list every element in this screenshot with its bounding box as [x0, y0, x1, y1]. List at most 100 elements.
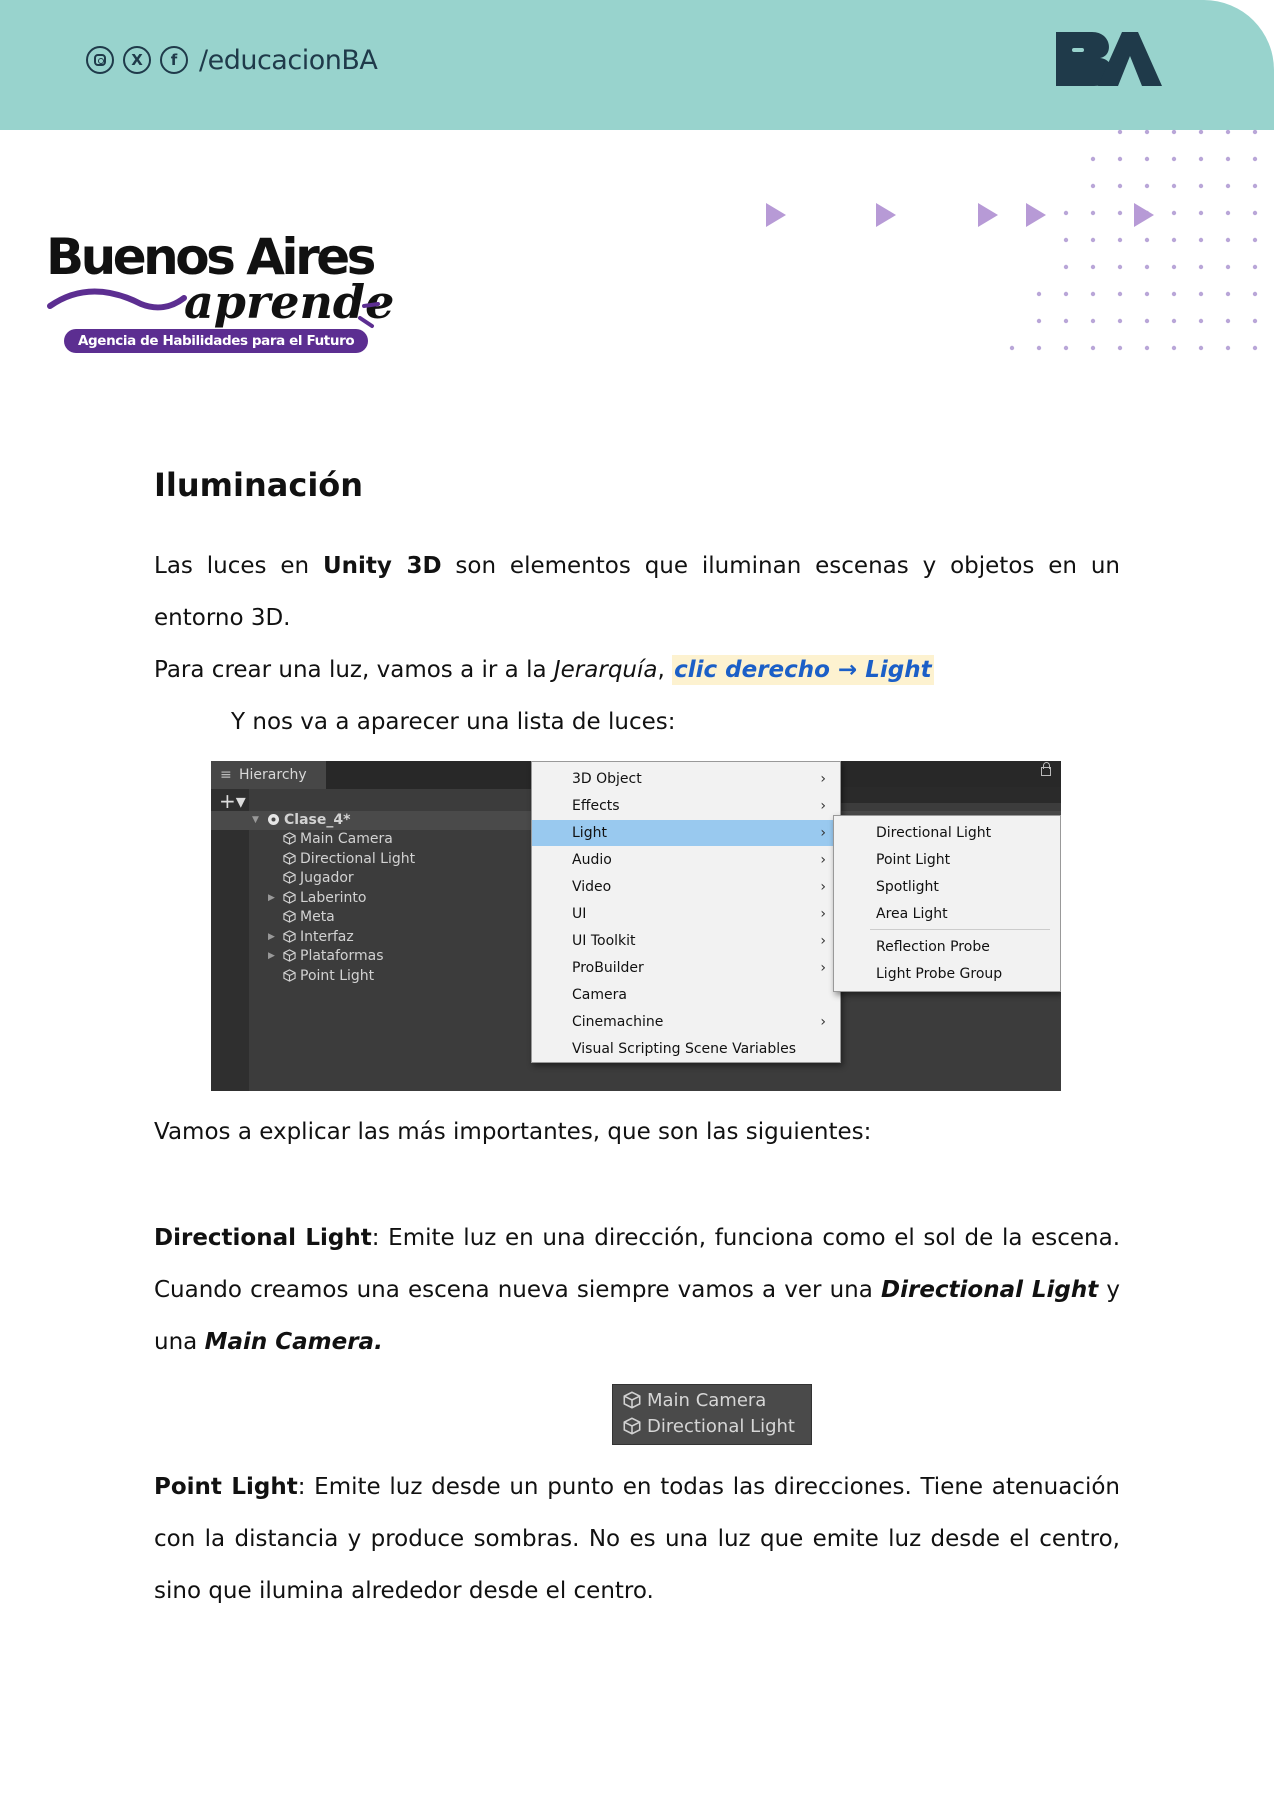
submenu-item-label: Spotlight: [876, 879, 939, 895]
play-arrow-icon: [1134, 203, 1154, 227]
create-highlight: clic derecho → Light: [672, 655, 934, 685]
hierarchy-item[interactable]: Meta: [283, 908, 335, 927]
submenu-item-label: Reflection Probe: [876, 939, 990, 955]
hierarchy-item-label: Interfaz: [300, 928, 354, 945]
expand-arrow-icon[interactable]: ▶: [268, 947, 275, 966]
hierarchy-item[interactable]: Main Camera: [283, 830, 393, 849]
directional-emph: Directional Light: [881, 1277, 1099, 1303]
submenu-item[interactable]: Directional Light: [834, 820, 1058, 846]
mini-hierarchy-label: Main Camera: [647, 1390, 767, 1411]
explain-text: Vamos a explicar las más importantes, qu…: [154, 1119, 872, 1145]
play-arrow-icon: [1026, 203, 1046, 227]
menu-item[interactable]: Audio ›: [532, 847, 838, 873]
play-arrow-icon: [766, 203, 786, 227]
menu-item-label: Light: [572, 825, 607, 841]
point-paragraph: Point Light: Emite luz desde un punto en…: [154, 1461, 1120, 1617]
submenu-item[interactable]: Spotlight: [834, 874, 1058, 900]
x-icon[interactable]: X: [123, 46, 151, 74]
main-camera-emph: Main Camera.: [204, 1329, 383, 1355]
chevron-right-icon: ›: [820, 960, 826, 976]
menu-item[interactable]: ProBuilder ›: [532, 955, 838, 981]
chevron-right-icon: ›: [820, 1014, 826, 1030]
unity-scene-icon: [267, 813, 280, 826]
add-button[interactable]: +▾: [219, 789, 246, 813]
hierarchy-item[interactable]: Directional Light: [283, 850, 415, 869]
list-intro: Y nos va a aparecer una lista de luces:: [231, 696, 1197, 748]
chevron-right-icon: ›: [820, 906, 826, 922]
chevron-right-icon: ›: [820, 879, 826, 895]
brand-tagline: Agencia de Habilidades para el Futuro: [64, 329, 369, 353]
mini-hierarchy-screenshot: Main Camera Directional Light: [612, 1384, 812, 1445]
menu-item-label: Effects: [572, 798, 620, 814]
menu-item-label: Visual Scripting Scene Variables: [572, 1041, 797, 1057]
menu-item-label: Cinemachine: [572, 1014, 664, 1030]
chevron-right-icon: ›: [820, 825, 826, 841]
submenu-item[interactable]: Light Probe Group: [834, 961, 1058, 987]
menu-item[interactable]: UI Toolkit ›: [532, 928, 838, 954]
hierarchy-item-label: Directional Light: [300, 850, 416, 867]
menu-item[interactable]: UI ›: [532, 901, 838, 927]
intro-paragraph: Las luces en Unity 3D son elementos que …: [154, 540, 1120, 644]
submenu-item[interactable]: Point Light: [834, 847, 1058, 873]
submenu-item[interactable]: Area Light: [834, 901, 1058, 927]
light-submenu: Directional Light Point Light Spotlight Are…: [833, 815, 1061, 992]
chevron-right-icon: ›: [820, 798, 826, 814]
menu-item[interactable]: Visual Scripting Scene Variables: [532, 1036, 838, 1062]
gameobject-cube-icon: [623, 1417, 641, 1435]
scene-root[interactable]: ▼ Clase_4*: [252, 811, 350, 830]
menu-item[interactable]: Effects ›: [532, 793, 838, 819]
hierarchy-tab[interactable]: Hierarchy: [211, 761, 326, 789]
gameobject-cube-icon: [283, 929, 296, 943]
submenu-item-label: Point Light: [876, 852, 951, 868]
create-italic: Jerarquía: [553, 657, 658, 683]
point-label: Point Light: [154, 1474, 298, 1500]
instagram-icon[interactable]: [86, 46, 114, 74]
lock-icon[interactable]: [1041, 762, 1051, 776]
section-title: Iluminación: [154, 466, 364, 504]
create-comma: ,: [657, 657, 673, 683]
brand-logo: Buenos Aires aprende Agencia de Habilida…: [46, 228, 396, 358]
expand-arrow-icon[interactable]: ▶: [268, 889, 275, 908]
submenu-item-label: Area Light: [876, 906, 948, 922]
menu-item-label: Video: [572, 879, 612, 895]
menu-item[interactable]: Cinemachine ›: [532, 1009, 838, 1035]
gameobject-cube-icon: [283, 851, 296, 865]
gameobject-cube-icon: [283, 910, 296, 923]
hierarchy-item-label: Plataformas: [300, 948, 384, 964]
gameobject-cube-icon: [623, 1391, 641, 1409]
menu-item-label: Audio: [572, 852, 612, 868]
submenu-item[interactable]: Reflection Probe: [834, 934, 1058, 960]
facebook-icon[interactable]: f: [160, 46, 188, 74]
menu-item[interactable]: 3D Object ›: [532, 766, 838, 792]
point-text: : Emite luz desde un punto en todas las …: [154, 1474, 1120, 1604]
expand-arrow-icon[interactable]: ▶: [268, 928, 275, 947]
hierarchy-item[interactable]: ▶ Laberinto: [268, 889, 367, 908]
menu-item[interactable]: Light ›: [532, 820, 838, 846]
intro-bold: Unity 3D: [322, 553, 442, 579]
hierarchy-item-label: Point Light: [300, 967, 375, 984]
submenu-item-label: Directional Light: [876, 825, 992, 841]
menu-item[interactable]: Video ›: [532, 874, 838, 900]
unity-hierarchy-screenshot: Hierarchy +▾ ▼Clase_4* Main Camera Direct…: [211, 761, 1061, 1091]
hierarchy-item[interactable]: Jugador: [283, 869, 354, 888]
intro-text: Las luces en: [154, 553, 323, 579]
hierarchy-item[interactable]: Point Light: [283, 967, 374, 986]
menu-item-label: UI: [572, 906, 587, 922]
list-intro-text: Y nos va a aparecer una lista de luces:: [231, 709, 676, 735]
social-handle[interactable]: /educacionBA: [199, 45, 378, 76]
menu-item-label: Camera: [572, 987, 627, 1003]
menu-item[interactable]: Camera: [532, 982, 838, 1008]
create-text: Para crear una luz, vamos a ir a la: [154, 657, 554, 683]
hierarchy-item-label: Laberinto: [300, 889, 367, 906]
menu-separator: [870, 929, 1050, 930]
chevron-right-icon: ›: [820, 852, 826, 868]
hierarchy-item[interactable]: ▶ Interfaz: [268, 928, 354, 947]
gameobject-cube-icon: [283, 871, 296, 884]
menu-item-label: ProBuilder: [572, 960, 644, 976]
submenu-item-label: Light Probe Group: [876, 966, 1003, 982]
hierarchy-item[interactable]: ▶ Plataformas: [268, 947, 384, 966]
create-paragraph: Para crear una luz, vamos a ir a la Jera…: [154, 644, 1120, 696]
mini-hierarchy-item: Main Camera: [623, 1389, 766, 1413]
play-arrow-icon: [876, 203, 896, 227]
gameobject-cube-icon: [283, 890, 296, 904]
